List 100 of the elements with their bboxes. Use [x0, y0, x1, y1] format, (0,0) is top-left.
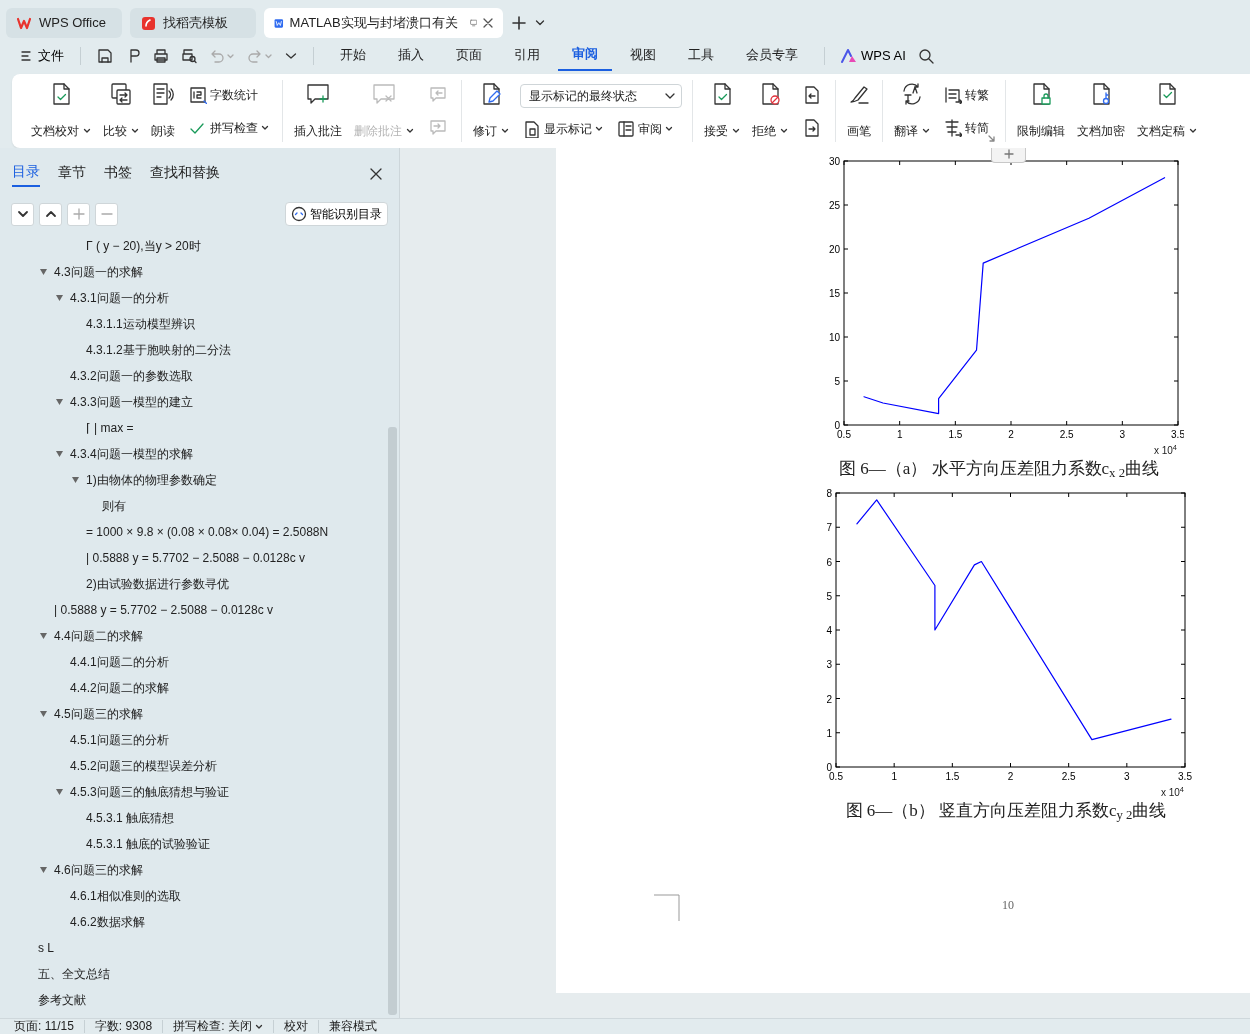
tick-label: 5: [834, 376, 840, 387]
toc-entry[interactable]: 4.3.3问题一模型的建立: [70, 393, 193, 411]
panel-tab[interactable]: 目录: [12, 161, 40, 187]
toc-entry[interactable]: 则有: [102, 497, 126, 515]
toc-entry[interactable]: 4.5.3.1 触底的试验验证: [86, 835, 211, 853]
add-button[interactable]: [991, 148, 1026, 163]
next-change-icon[interactable]: [802, 117, 822, 138]
triangle-icon[interactable]: [39, 632, 48, 640]
ribbon-button[interactable]: 修订: [468, 80, 514, 142]
toc-entry[interactable]: 参考文献: [38, 991, 86, 1009]
print-icon[interactable]: [153, 48, 169, 64]
ribbon-button[interactable]: 画笔: [842, 80, 876, 142]
toc-entry[interactable]: 4.3.1.1运动模型辨识: [86, 315, 195, 333]
triangle-icon[interactable]: [55, 450, 64, 458]
ribbon-tab[interactable]: 插入: [384, 42, 438, 70]
ribbon-button[interactable]: 朗读: [146, 80, 180, 142]
tick-label: 0: [826, 762, 832, 773]
toc-entry[interactable]: 4.6问题三的求解: [54, 861, 143, 879]
triangle-icon[interactable]: [71, 476, 80, 484]
window-tab[interactable]: 找稻壳模板: [130, 8, 256, 38]
triangle-icon[interactable]: [39, 710, 48, 718]
toc-entry[interactable]: 4.3.1.2基于胞映射的二分法: [86, 341, 231, 359]
panel-tab[interactable]: 查找和替换: [150, 162, 220, 186]
toc-entry[interactable]: 4.5.3.1 触底猜想: [86, 809, 175, 827]
caret-icon: [131, 128, 139, 134]
window-tab[interactable]: WPS Office: [6, 8, 122, 38]
triangle-icon[interactable]: [39, 866, 48, 874]
ribbon-button[interactable]: 转简: [941, 117, 992, 138]
toc-entry[interactable]: ⌈ | max =: [86, 419, 134, 437]
file-menu[interactable]: 文件: [16, 44, 68, 68]
ribbon-button[interactable]: 字数统计: [186, 84, 272, 105]
close-icon[interactable]: [370, 168, 382, 180]
ribbon-button[interactable]: 拒绝: [747, 80, 793, 142]
toc-entry[interactable]: | 0.5888 y = 5.7702 − 2.5088 − 0.0128c v: [86, 549, 305, 567]
triangle-icon[interactable]: [55, 398, 64, 406]
search-icon[interactable]: [917, 48, 934, 64]
print-preview-icon[interactable]: [181, 48, 197, 64]
toc-entry[interactable]: 4.6.2数据求解: [70, 913, 145, 931]
triangle-icon[interactable]: [39, 268, 48, 276]
caret-icon: [665, 92, 675, 99]
ribbon-button[interactable]: 翻译: [889, 80, 935, 142]
toc-entry[interactable]: 4.4.1问题二的分析: [70, 653, 169, 671]
ribbon-button[interactable]: 文档定稿: [1132, 80, 1202, 142]
ribbon-button[interactable]: 接受: [699, 80, 745, 142]
ribbon-button[interactable]: 插入批注: [289, 80, 347, 142]
ribbon-button[interactable]: 文档加密: [1072, 80, 1130, 142]
window-tab[interactable]: MATLAB实现与封堵溃口有关: [264, 8, 503, 38]
toc-entry[interactable]: 2)由试验数据进行参数寻优: [86, 575, 229, 593]
triangle-icon[interactable]: [55, 294, 64, 302]
toc-entry[interactable]: 4.5.3问题三的触底猜想与验证: [70, 783, 229, 801]
toc-entry[interactable]: 4.5问题三的求解: [54, 705, 143, 723]
toc-entry[interactable]: s L: [38, 939, 54, 957]
chevron-down-icon[interactable]: [535, 19, 545, 27]
close-icon[interactable]: [483, 18, 493, 28]
toc-entry[interactable]: 4.6.1相似准则的选取: [70, 887, 181, 905]
toc-entry[interactable]: = 1000 × 9.8 × (0.08 × 0.08× 0.04) = 2.5088N: [86, 523, 329, 541]
toc-entry[interactable]: 4.3.2问题一的参数选取: [70, 367, 193, 385]
ribbon-button[interactable]: 文档校对: [26, 80, 96, 142]
ribbon-tab[interactable]: 引用: [500, 42, 554, 70]
ribbon-button[interactable]: 转繁: [941, 84, 992, 105]
toc-entry[interactable]: 4.3问题一的求解: [54, 263, 143, 281]
toc-entry[interactable]: 4.4.2问题二的求解: [70, 679, 169, 697]
toc-entry[interactable]: 4.3.1问题一的分析: [70, 289, 169, 307]
tick-label: 3.5: [1178, 771, 1192, 782]
ribbon-tab[interactable]: 页面: [442, 42, 496, 70]
toc-entry[interactable]: 1)由物体的物理参数确定: [86, 471, 217, 489]
toc-entry[interactable]: 五、全文总结: [38, 965, 110, 983]
ribbon-button[interactable]: 拼写检查: [186, 117, 272, 138]
ribbon-tab[interactable]: 视图: [616, 42, 670, 70]
toc-entry[interactable]: 4.5.2问题三的模型误差分析: [70, 757, 217, 775]
panel-tab[interactable]: 书签: [104, 162, 132, 186]
ribbon-button[interactable]: 审阅: [614, 118, 676, 139]
panel-tab[interactable]: 章节: [58, 162, 86, 186]
save-icon[interactable]: [97, 48, 113, 64]
status-item[interactable]: 拼写检查: 关闭: [163, 1020, 274, 1033]
ribbon-tab[interactable]: 工具: [674, 42, 728, 70]
ribbon-tab[interactable]: 开始: [326, 42, 380, 70]
ribbon-button[interactable]: 限制编辑: [1012, 80, 1070, 142]
compare-icon: [109, 82, 133, 106]
toc-entry[interactable]: | 0.5888 y = 5.7702 − 2.5088 − 0.0128c v: [54, 601, 273, 619]
caret-icon: [501, 128, 509, 134]
ribbon-button[interactable]: 比较: [98, 80, 144, 142]
toc-entry[interactable]: 4.5.1问题三的分析: [70, 731, 169, 749]
scrollbar[interactable]: [388, 427, 397, 1015]
ribbon-button[interactable]: 显示标记: [520, 118, 606, 139]
ai-button[interactable]: WPS AI: [837, 44, 910, 68]
toc-entry[interactable]: 4.3.4问题一模型的求解: [70, 445, 193, 463]
previous-change-icon[interactable]: [802, 84, 822, 105]
dropdown-field[interactable]: 显示标记的最终状态: [520, 83, 682, 108]
ribbon-tab[interactable]: 审阅: [558, 41, 612, 71]
toc-entry[interactable]: Γ ( y − 20),当y > 20时: [86, 237, 201, 255]
dialog-launcher-icon[interactable]: [988, 135, 995, 142]
triangle-icon[interactable]: [55, 788, 64, 796]
caret-icon: [1189, 128, 1197, 134]
monitor-icon: [469, 17, 477, 29]
smart-toc-button[interactable]: 智能识别目录: [285, 202, 388, 226]
new-tab-icon[interactable]: [511, 15, 527, 31]
ribbon-tab[interactable]: 会员专享: [732, 42, 812, 70]
toc-entry[interactable]: 4.4问题二的求解: [54, 627, 143, 645]
chevron-down-icon[interactable]: [285, 52, 297, 60]
